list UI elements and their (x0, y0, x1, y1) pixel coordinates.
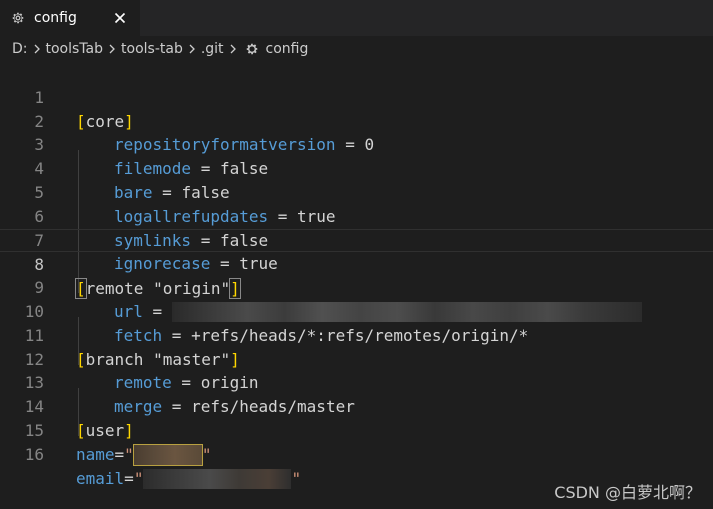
code-line[interactable]: 13 merge = refs/heads/master (0, 348, 713, 436)
code-line[interactable]: 5 logallrefupdates = true (0, 157, 713, 246)
breadcrumb-drive[interactable]: D: (12, 41, 28, 57)
config-key: name (76, 444, 115, 464)
chevron-right-icon (105, 42, 119, 56)
code-line-current[interactable]: 8 [remote "origin"] (0, 228, 713, 300)
code-line[interactable]: 1 [core] (0, 62, 713, 131)
gear-icon (10, 10, 26, 26)
chevron-right-icon (226, 42, 240, 56)
chevron-right-icon (30, 42, 44, 56)
code-line[interactable]: 4 bare = false (0, 133, 713, 222)
code-editor[interactable]: 1 [core] 2 repositoryformatversion = 0 3… (0, 62, 713, 490)
code-line[interactable]: 15 name=" " (0, 395, 713, 467)
editor-window: config D: toolsTab tools-tab .git config… (0, 0, 713, 509)
code-content: name=" " (76, 444, 212, 467)
code-line[interactable]: 6 symlinks = false (0, 181, 713, 270)
breadcrumb: D: toolsTab tools-tab .git config (0, 36, 713, 62)
breadcrumb-tools-tab[interactable]: tools-tab (121, 41, 183, 57)
code-line[interactable]: 11 [branch "master"] (0, 300, 713, 369)
watermark: CSDN @白萝北啊？ (554, 483, 701, 502)
tab-bar: config (0, 0, 713, 36)
chevron-right-icon (185, 42, 199, 56)
code-line[interactable]: 2 repositoryformatversion = 0 (0, 86, 713, 175)
breadcrumb-config[interactable]: config (266, 41, 309, 57)
redacted-email (143, 469, 292, 490)
code-line[interactable]: 10 fetch = +refs/heads/*:refs/remotes/or… (0, 276, 713, 365)
tab-config[interactable]: config (0, 0, 140, 36)
code-content: email=" " (76, 468, 302, 490)
redacted-name (132, 444, 203, 467)
code-line[interactable]: 12 remote = origin (0, 324, 713, 413)
code-line[interactable]: 14 [user] (0, 371, 713, 440)
breadcrumb-git[interactable]: .git (201, 41, 224, 57)
line-number: 16 (24, 444, 44, 464)
close-icon[interactable] (110, 8, 130, 28)
code-line[interactable]: 7 ignorecase = true (0, 205, 713, 294)
code-line[interactable]: 9 url = (0, 252, 713, 341)
code-line[interactable]: 3 filemode = false (0, 110, 713, 198)
tab-label: config (34, 10, 77, 26)
code-line[interactable]: 16 email=" " (0, 419, 713, 490)
breadcrumb-toolsTab[interactable]: toolsTab (46, 41, 104, 57)
config-key: email (76, 468, 125, 488)
gear-icon (244, 41, 260, 57)
